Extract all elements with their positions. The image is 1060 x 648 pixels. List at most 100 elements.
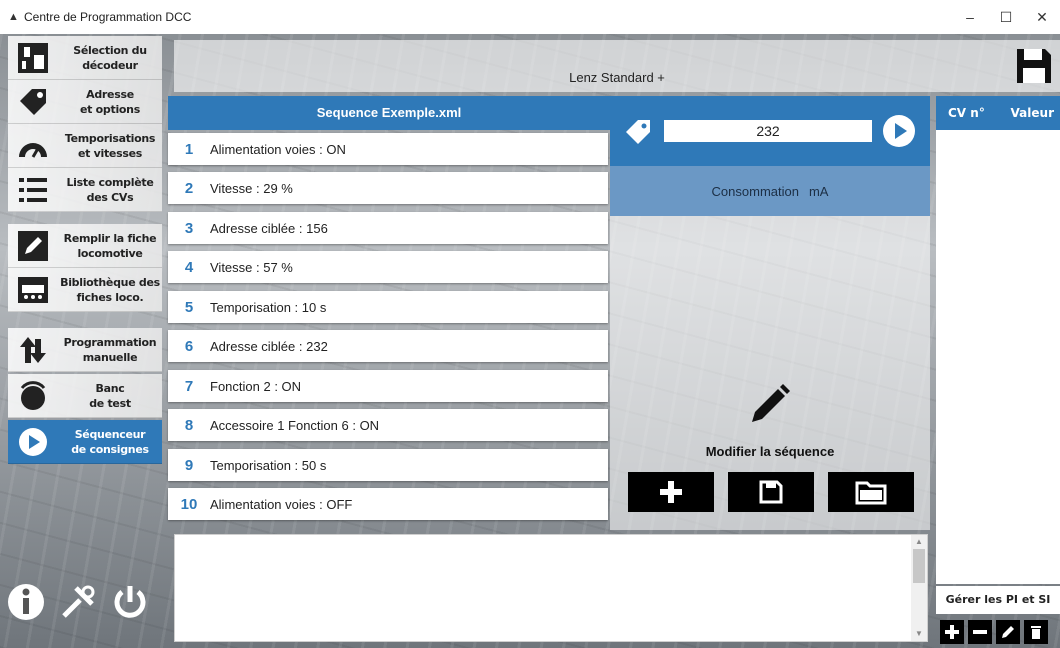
sequence-panel: Sequence Exemple.xml 1 Alimentation voies…: [168, 96, 610, 524]
list-icon: [8, 168, 58, 212]
sidebar-item-label: Liste complète des CVs: [66, 175, 154, 204]
sidebar-item-label: Bibliothèque des fiches loco.: [60, 275, 160, 304]
sequence-step[interactable]: 1 Alimentation voies : ON: [168, 133, 608, 165]
sequence-step[interactable]: 10 Alimentation voies : OFF: [168, 488, 608, 520]
locomotive-icon: [8, 268, 58, 312]
step-text: Vitesse : 57 %: [210, 259, 293, 275]
value-column-header: Valeur: [1010, 106, 1054, 120]
add-icon: [660, 481, 682, 503]
sequence-step[interactable]: 2 Vitesse : 29 %: [168, 172, 608, 204]
sidebar-item-label: Sélection du décodeur: [73, 43, 147, 72]
step-number: 5: [184, 298, 194, 316]
sidebar-item-decoder-selection[interactable]: Sélection du décodeur: [8, 36, 162, 80]
play-icon[interactable]: [882, 114, 916, 148]
sidebar-item-loco-library[interactable]: Bibliothèque des fiches loco.: [8, 268, 162, 312]
open-folder-icon: [855, 481, 887, 505]
address-input[interactable]: 232: [664, 120, 872, 142]
sidebar-item-label: Temporisations et vitesses: [64, 131, 156, 160]
sequence-file-title: Sequence Exemple.xml: [168, 96, 610, 130]
play-circle-icon: [8, 420, 58, 464]
address-bar: 232: [610, 96, 930, 166]
sequence-step[interactable]: 4 Vitesse : 57 %: [168, 251, 608, 283]
step-number: 3: [184, 219, 194, 237]
scrollbar-thumb[interactable]: [913, 549, 925, 583]
consumption-bar: Consommation mA: [610, 166, 930, 216]
step-text: Adresse ciblée : 156: [210, 220, 328, 236]
scroll-up-icon[interactable]: ▲: [911, 535, 927, 549]
sidebar-item-test-bench[interactable]: Banc de test: [8, 374, 162, 418]
scroll-down-icon[interactable]: ▼: [911, 627, 927, 641]
sequence-step[interactable]: 8 Accessoire 1 Fonction 6 : ON: [168, 409, 608, 441]
tools-icon[interactable]: [56, 580, 100, 624]
trash-icon[interactable]: [1024, 620, 1048, 644]
tag-icon: [8, 80, 58, 124]
log-scrollbar[interactable]: ▲ ▼: [911, 535, 927, 641]
sequence-step[interactable]: 7 Fonction 2 : ON: [168, 370, 608, 402]
info-icon[interactable]: [4, 580, 48, 624]
window-title: Centre de Programmation DCC: [24, 10, 192, 24]
step-text: Adresse ciblée : 232: [210, 338, 328, 354]
tag-icon: [624, 118, 652, 146]
step-number: 4: [184, 258, 194, 276]
decoder-header: Lenz Standard +: [174, 40, 1060, 92]
manage-pi-si-button[interactable]: Gérer les PI et SI: [936, 586, 1060, 614]
sidebar-item-label: Programmation manuelle: [63, 335, 157, 364]
consumption-unit: mA: [808, 183, 829, 199]
cv-table: CV n° Valeur: [936, 96, 1060, 584]
step-text: Temporisation : 10 s: [210, 299, 327, 315]
step-number: 2: [184, 179, 194, 197]
sidebar-item-address-options[interactable]: Adresse et options: [8, 80, 162, 124]
bottom-toolbar: [4, 556, 164, 648]
sidebar-item-label: Remplir la fiche locomotive: [63, 231, 157, 260]
sidebar-item-cv-list[interactable]: Liste complète des CVs: [8, 168, 162, 212]
step-text: Alimentation voies : ON: [210, 141, 346, 157]
step-text: Accessoire 1 Fonction 6 : ON: [210, 417, 380, 433]
control-panel: 232 Consommation mA Modifier la séquence: [610, 96, 930, 530]
title-bar: ▲ Centre de Programmation DCC – ☐ ✕: [0, 0, 1060, 34]
log-textarea[interactable]: ▲ ▼: [174, 534, 928, 642]
step-number: 10: [180, 495, 198, 513]
open-sequence-button[interactable]: [828, 472, 914, 512]
edit-icon[interactable]: [996, 620, 1020, 644]
app-icon: ▲: [8, 11, 19, 23]
window-controls: – ☐ ✕: [952, 0, 1060, 34]
edit-sequence-label: Modifier la séquence: [705, 444, 835, 459]
sequence-step[interactable]: 9 Temporisation : 50 s: [168, 449, 608, 481]
speedometer-icon: [8, 124, 58, 168]
save-sequence-button[interactable]: [728, 472, 814, 512]
sidebar-item-timing-speeds[interactable]: Temporisations et vitesses: [8, 124, 162, 168]
sidebar-item-label: Banc de test: [89, 381, 131, 410]
sequence-step[interactable]: 6 Adresse ciblée : 232: [168, 330, 608, 362]
decoder-chip-icon: [8, 36, 58, 80]
maximize-button[interactable]: ☐: [988, 0, 1024, 34]
save-disk-icon[interactable]: [1014, 46, 1054, 86]
add-step-button[interactable]: [628, 472, 714, 512]
step-text: Vitesse : 29 %: [210, 180, 293, 196]
manual-arrows-icon: [8, 328, 58, 372]
step-text: Temporisation : 50 s: [210, 457, 327, 473]
sequence-step[interactable]: 5 Temporisation : 10 s: [168, 291, 608, 323]
step-text: Fonction 2 : ON: [210, 378, 302, 394]
sidebar-item-manual-programming[interactable]: Programmation manuelle: [8, 328, 162, 372]
save-icon: [759, 480, 783, 504]
edit-pencil-icon: [8, 224, 58, 268]
consumption-label: Consommation: [711, 183, 799, 199]
sequence-step[interactable]: 3 Adresse ciblée : 156: [168, 212, 608, 244]
sidebar-item-sequencer[interactable]: Séquenceur de consignes: [8, 420, 162, 464]
step-number: 8: [184, 416, 194, 434]
pencil-icon[interactable]: [748, 382, 792, 426]
cv-toolbar: [936, 620, 1060, 644]
sidebar-item-label: Séquenceur de consignes: [71, 427, 149, 456]
step-number: 7: [184, 377, 194, 395]
step-number: 1: [184, 140, 194, 158]
close-button[interactable]: ✕: [1024, 0, 1060, 34]
sidebar-item-loco-sheet[interactable]: Remplir la fiche locomotive: [8, 224, 162, 268]
minimize-button[interactable]: –: [952, 0, 988, 34]
power-icon[interactable]: [108, 580, 152, 624]
step-number: 9: [184, 456, 194, 474]
cv-column-header: CV n°: [948, 106, 985, 120]
plus-icon[interactable]: [940, 620, 964, 644]
minus-icon[interactable]: [968, 620, 992, 644]
cv-table-header: CV n° Valeur: [936, 96, 1060, 130]
sidebar-item-label: Adresse et options: [80, 87, 140, 116]
